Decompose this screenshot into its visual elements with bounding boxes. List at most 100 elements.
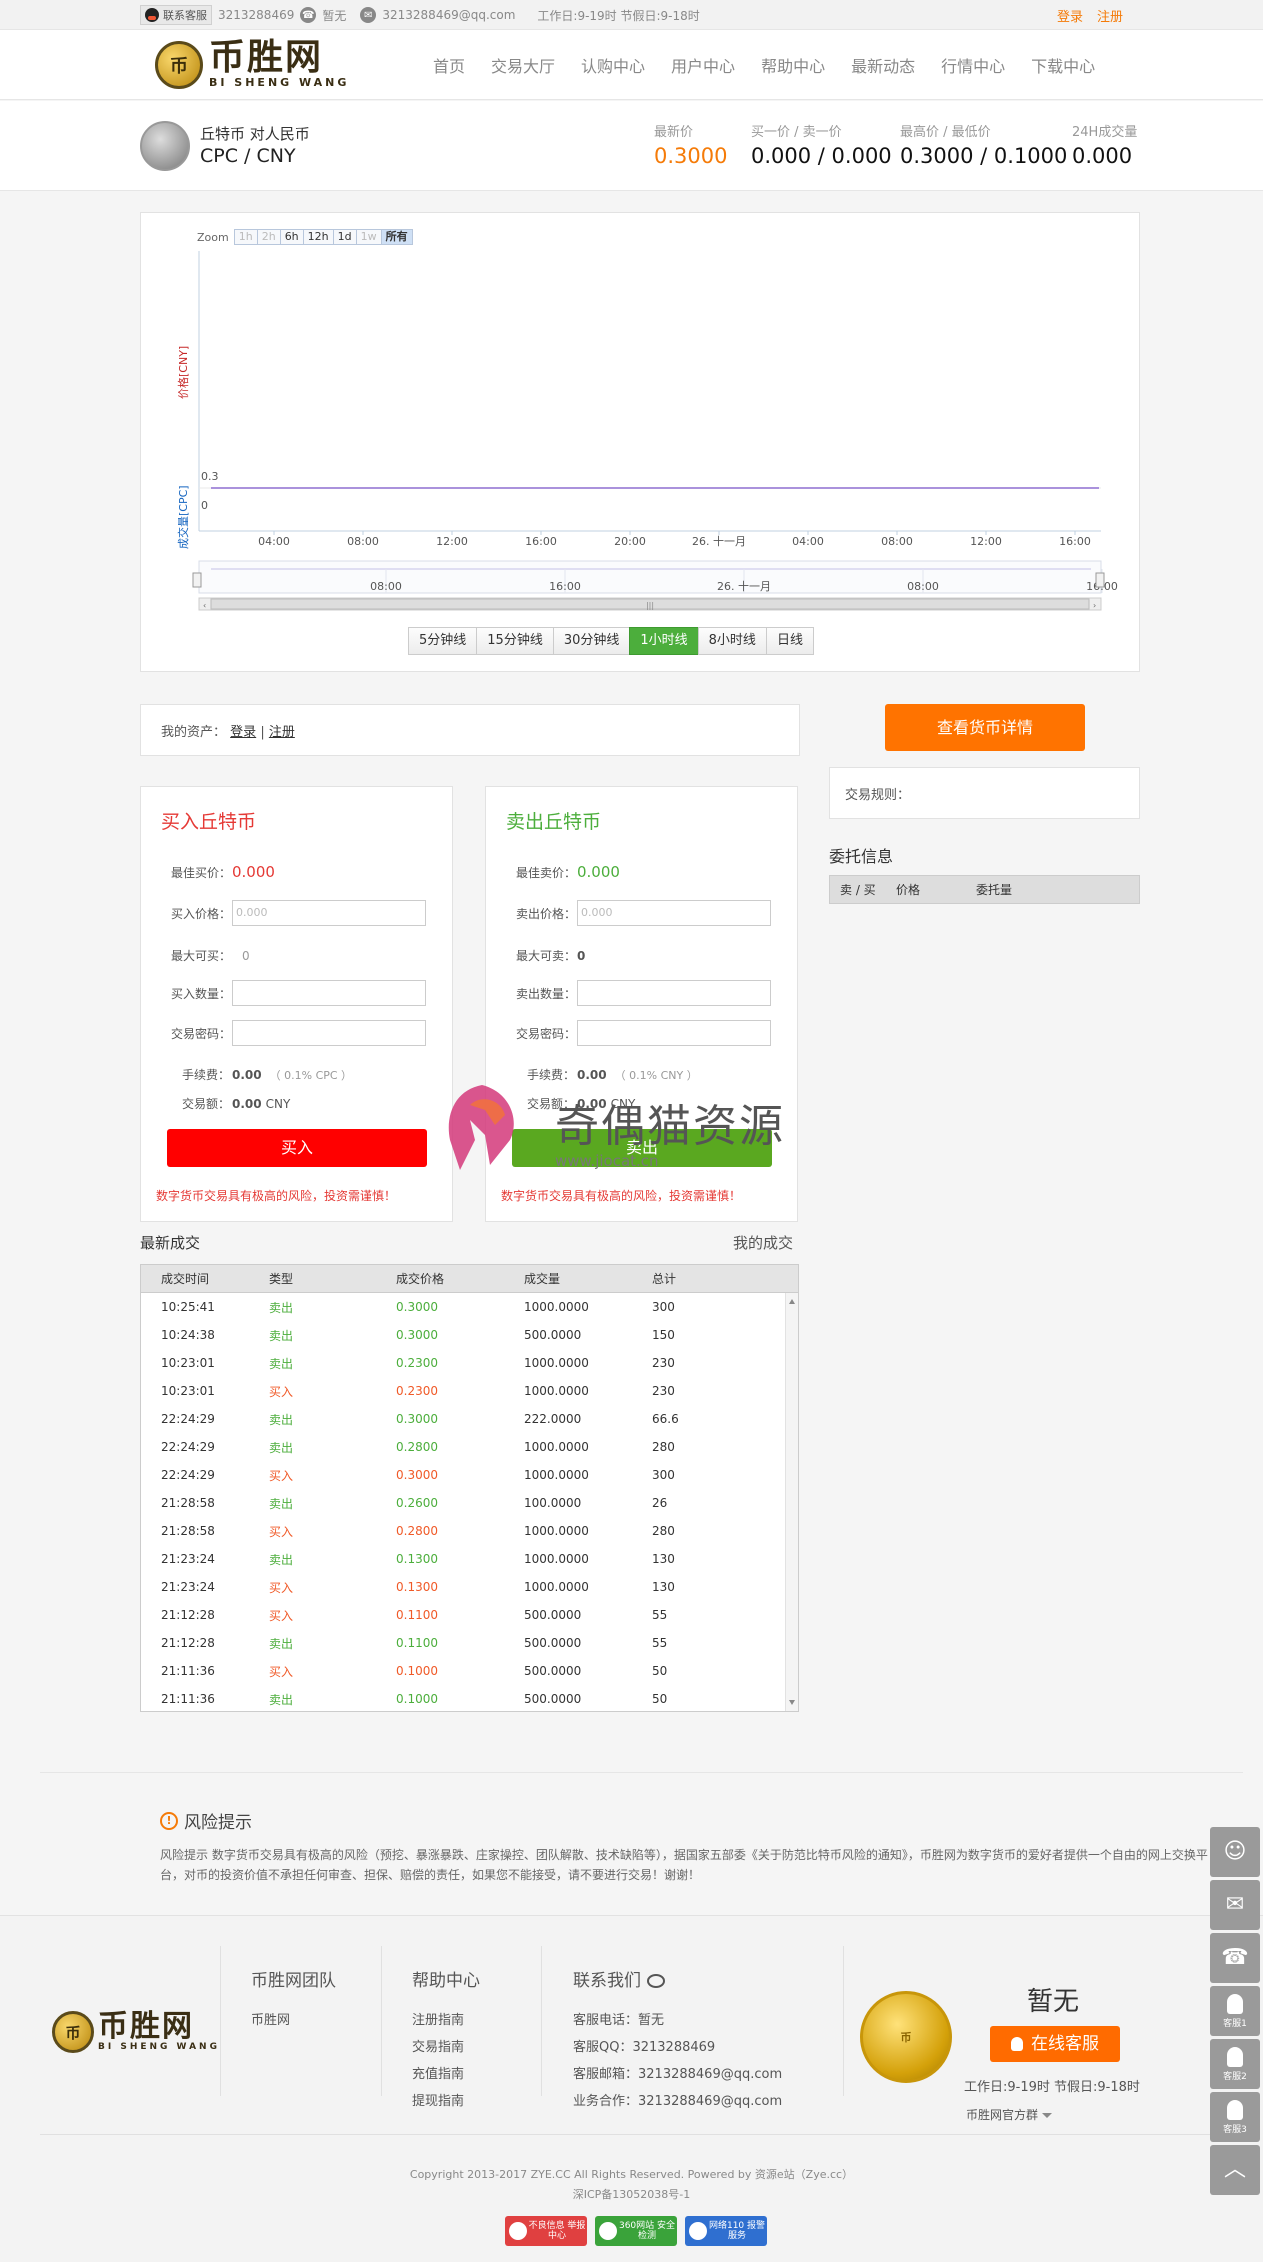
nav-home[interactable]: 首页 (420, 53, 478, 77)
trade-price: 0.2800 (396, 1524, 438, 1538)
buy-price-input[interactable]: 0.000 (232, 900, 426, 926)
sell-best-value[interactable]: 0.000 (577, 863, 620, 881)
footer-logo[interactable]: 币 币胜网 BI SHENG WANG (52, 2011, 220, 2053)
footer-contact-business: 业务合作：3213288469@qq.com (573, 2094, 783, 2109)
weibo-icon[interactable] (647, 1974, 665, 1988)
trade-rules: 交易规则： (829, 767, 1140, 819)
y-tick-label: 0 (201, 499, 208, 512)
register-link[interactable]: 注册 (1097, 6, 1123, 25)
trade-qty: 100.0000 (524, 1496, 582, 1510)
sell-password-input[interactable] (577, 1020, 771, 1046)
nav-subscription[interactable]: 认购中心 (568, 53, 658, 77)
site-logo[interactable]: 币 币胜网 BI SHENG WANG (155, 40, 349, 89)
online-service-button[interactable]: 在线客服 (990, 2026, 1120, 2062)
report-center-badge[interactable]: 不良信息 举报中心 (505, 2216, 587, 2246)
trade-total: 280 (652, 1524, 675, 1538)
footer: 币 币胜网 BI SHENG WANG 币胜网团队 币胜网 帮助中心 注册指南 … (0, 1915, 1263, 2262)
side-phone[interactable]: ☎ (1210, 1933, 1260, 1983)
footer-help-trade[interactable]: 交易指南 (412, 2036, 480, 2055)
buy-price-row: 买入价格： 0.000 (171, 900, 426, 926)
login-link[interactable]: 登录 (1057, 6, 1083, 25)
col-type: 类型 (269, 1272, 294, 1286)
x-tick-label: 20:00 (614, 535, 646, 548)
trade-total: 150 (652, 1328, 675, 1342)
price-chart-panel: Zoom 1h 2h 6h 12h 1d 1w 所有 价格[CNY] 成交量[C… (140, 212, 1140, 672)
assets-login-link[interactable]: 登录 (230, 725, 256, 740)
table-row: 10:23:01 卖出 0.2300 1000.0000 230 (141, 1349, 798, 1377)
nav-news[interactable]: 最新动态 (838, 53, 928, 77)
col-total: 总计 (652, 1272, 677, 1286)
buy-button[interactable]: 买入 (167, 1129, 427, 1167)
col-time: 成交时间 (161, 1272, 210, 1286)
trade-price: 0.2300 (396, 1356, 438, 1370)
trade-qty: 500.0000 (524, 1608, 582, 1622)
logo-text: 币胜网 (209, 37, 324, 78)
interval-1d[interactable]: 日线 (765, 627, 814, 655)
assets-sep: | (260, 725, 265, 740)
contact-service-badge[interactable]: 联系客服 (140, 5, 212, 25)
table-row: 21:28:58 卖出 0.2600 100.0000 26 (141, 1489, 798, 1517)
side-service-2[interactable]: 客服2 (1210, 2039, 1260, 2089)
trades-scrollbar[interactable] (785, 1293, 798, 1711)
security-check-badge[interactable]: 360网站 安全检测 (595, 2216, 677, 2246)
buy-pwd-row: 交易密码： (171, 1020, 426, 1046)
top-qq: 3213288469 (218, 8, 295, 22)
buy-price-label: 买入价格： (171, 906, 232, 921)
trade-total: 55 (652, 1608, 668, 1622)
buy-pwd-label: 交易密码： (171, 1026, 232, 1041)
trade-total: 55 (652, 1636, 668, 1650)
trade-price: 0.1100 (396, 1636, 438, 1650)
scroll-down-icon[interactable] (789, 1700, 795, 1705)
buy-best-value[interactable]: 0.000 (232, 863, 275, 881)
side-service-2-label: 客服2 (1223, 2071, 1247, 2082)
wechat-icon: ✉ (1225, 1892, 1245, 1917)
nav-help-center[interactable]: 帮助中心 (748, 53, 838, 77)
icp-record[interactable]: 深ICP备13052038号-1 (0, 2186, 1263, 2202)
footer-divider (381, 1946, 382, 2096)
trade-price: 0.3000 (396, 1328, 438, 1342)
sell-price-input[interactable]: 0.000 (577, 900, 771, 926)
nav-market[interactable]: 行情中心 (928, 53, 1018, 77)
assets-register-link[interactable]: 注册 (269, 725, 295, 740)
interval-5m[interactable]: 5分钟线 (408, 627, 478, 655)
headset-icon: ☺ (1223, 1839, 1247, 1864)
trade-total: 50 (652, 1664, 668, 1678)
interval-15m[interactable]: 15分钟线 (476, 627, 554, 655)
footer-team-link[interactable]: 币胜网 (251, 2009, 336, 2028)
footer-help-withdraw[interactable]: 提现指南 (412, 2090, 480, 2109)
interval-1h[interactable]: 1小时线 (629, 627, 699, 655)
side-wechat[interactable]: ✉ (1210, 1880, 1260, 1930)
side-customer-service[interactable]: ☺ (1210, 1827, 1260, 1877)
official-group-dropdown[interactable]: 币胜网官方群 (966, 2106, 1053, 2123)
scroll-up-icon[interactable] (789, 1299, 795, 1304)
footer-help-deposit[interactable]: 充值指南 (412, 2063, 480, 2082)
nav-trading-hall[interactable]: 交易大厅 (478, 53, 568, 77)
main-nav: 首页 交易大厅 认购中心 用户中心 帮助中心 最新动态 行情中心 下载中心 (420, 30, 1108, 100)
my-trades-link[interactable]: 我的成交 (733, 1232, 793, 1253)
buy-warning: 数字货币交易具有极高的风险，投资需谨慎！ (156, 1189, 397, 1203)
nav-user-center[interactable]: 用户中心 (658, 53, 748, 77)
back-to-top-button[interactable]: ︿ (1210, 2145, 1260, 2195)
logo-coin-icon: 币 (155, 40, 203, 89)
side-service-3[interactable]: 客服3 (1210, 2092, 1260, 2142)
sell-qty-input[interactable] (577, 980, 771, 1006)
buy-qty-input[interactable] (232, 980, 426, 1006)
sell-button[interactable]: 卖出 (512, 1129, 772, 1167)
col-price: 成交价格 (396, 1272, 445, 1286)
trade-total: 300 (652, 1468, 675, 1482)
orders-col-qty: 委托量 (976, 883, 1013, 897)
trade-type: 买入 (269, 1608, 294, 1623)
coin-detail-button[interactable]: 查看货币详情 (885, 704, 1085, 751)
trade-price: 0.2300 (396, 1384, 438, 1398)
side-service-1[interactable]: 客服1 (1210, 1986, 1260, 2036)
footer-hours: 工作日:9-19时 节假日:9-18时 (964, 2080, 1140, 2095)
trade-total: 130 (652, 1552, 675, 1566)
trade-total: 230 (652, 1384, 675, 1398)
latest-price-label: 最新价 (654, 125, 694, 140)
nav-download[interactable]: 下载中心 (1018, 53, 1108, 77)
police-110-badge[interactable]: 网络110 报警服务 (685, 2216, 767, 2246)
footer-help-register[interactable]: 注册指南 (412, 2009, 480, 2028)
interval-8h[interactable]: 8小时线 (697, 627, 767, 655)
buy-password-input[interactable] (232, 1020, 426, 1046)
interval-30m[interactable]: 30分钟线 (552, 627, 631, 655)
